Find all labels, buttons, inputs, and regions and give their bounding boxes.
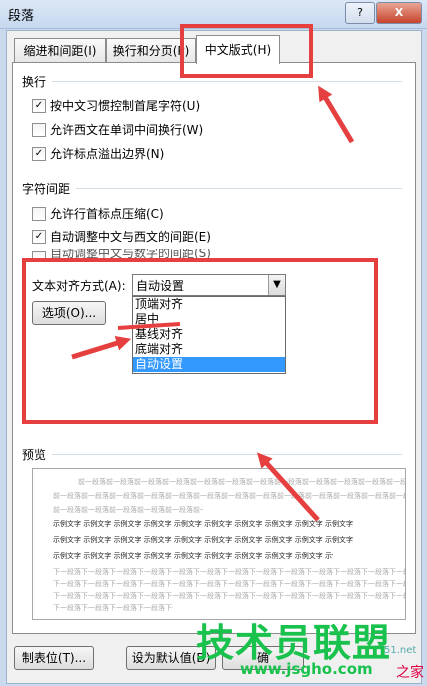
watermark-logo-text: 技术员联盟 — [196, 621, 392, 665]
watermark-url: www.jsgho.com — [240, 660, 373, 678]
annotation-arrows — [71, 85, 355, 522]
annotation-arrow — [318, 85, 355, 144]
annotation-arrow — [71, 336, 132, 360]
watermark-url-suffix: 51.net — [384, 645, 417, 656]
tab-chinese-typography[interactable]: 中文版式(H) — [196, 35, 280, 64]
annotation-strike — [117, 322, 181, 330]
watermark-side-text: 之家 — [396, 665, 424, 681]
annotation-arrow — [256, 452, 320, 522]
